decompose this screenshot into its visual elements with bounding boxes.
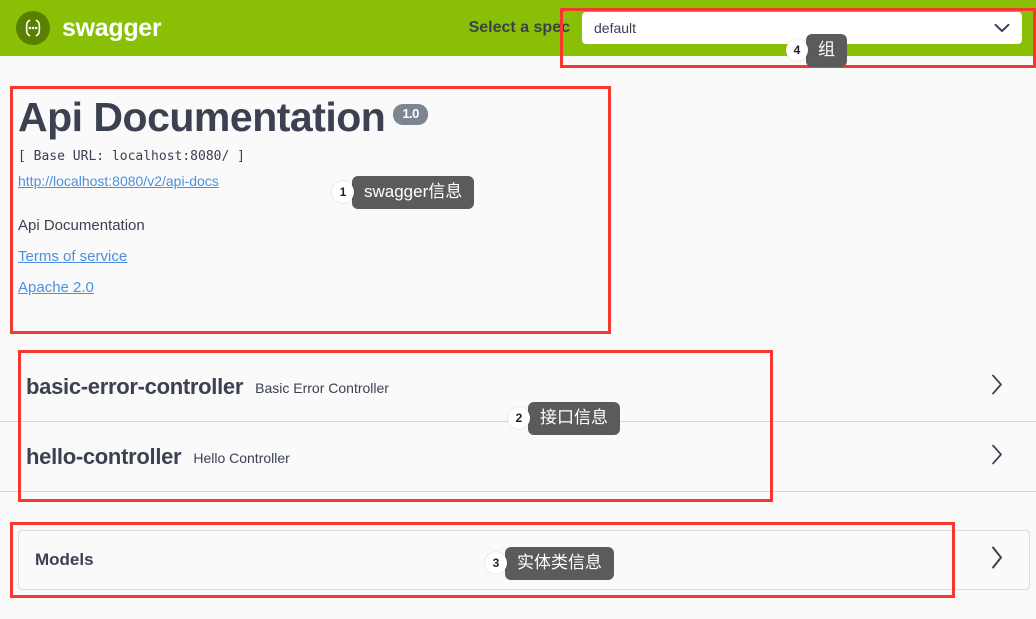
- callout-text: 接口信息: [528, 402, 620, 435]
- chevron-right-icon[interactable]: [990, 373, 1004, 400]
- chevron-right-icon[interactable]: [990, 443, 1004, 470]
- spec-selector-label: Select a spec: [468, 19, 570, 36]
- spec-selector-area: Select a spec default: [469, 0, 1036, 56]
- models-title: Models: [35, 550, 94, 569]
- callout-number: 1: [332, 181, 354, 204]
- page-title: Api Documentation: [18, 94, 386, 140]
- api-docs-link[interactable]: http://localhost:8080/v2/api-docs: [18, 173, 219, 189]
- swagger-ui-page: swagger Select a spec default Api Docume…: [0, 0, 1036, 619]
- callout-text: 实体类信息: [505, 547, 614, 580]
- callout-text: 组: [806, 34, 847, 67]
- api-description: Api Documentation: [18, 217, 145, 235]
- tag-name[interactable]: basic-error-controller: [26, 374, 243, 400]
- swagger-brand[interactable]: swagger: [16, 11, 162, 45]
- chevron-down-icon: [994, 20, 1010, 36]
- swagger-braces-icon: [16, 11, 50, 45]
- tag-description: Hello Controller: [193, 449, 290, 466]
- callout-number: 3: [485, 552, 507, 575]
- chevron-right-icon[interactable]: [989, 545, 1005, 576]
- tag-description: Basic Error Controller: [255, 379, 389, 396]
- version-badge: 1.0: [393, 104, 428, 125]
- license-link[interactable]: Apache 2.0: [18, 279, 598, 296]
- spec-select-value: default: [594, 20, 637, 36]
- base-url-text: [ Base URL: localhost:8080/ ]: [18, 149, 245, 165]
- callout-3: 3 实体类信息: [485, 547, 614, 580]
- callout-4: 4 组: [786, 34, 847, 67]
- page-title-row: Api Documentation 1.0: [18, 94, 598, 140]
- callout-2: 2 接口信息: [508, 402, 620, 435]
- terms-of-service-link[interactable]: Terms of service: [18, 248, 598, 265]
- callout-number: 2: [508, 407, 530, 430]
- callout-1: 1 swagger信息: [332, 176, 475, 209]
- callout-text: swagger信息: [352, 176, 475, 209]
- top-navigation-bar: swagger Select a spec default: [0, 0, 1036, 56]
- tag-name[interactable]: hello-controller: [26, 444, 182, 470]
- callout-number: 4: [786, 39, 808, 62]
- api-info-block: Api Documentation 1.0 [ Base URL: localh…: [18, 94, 598, 296]
- brand-title: swagger: [62, 13, 162, 42]
